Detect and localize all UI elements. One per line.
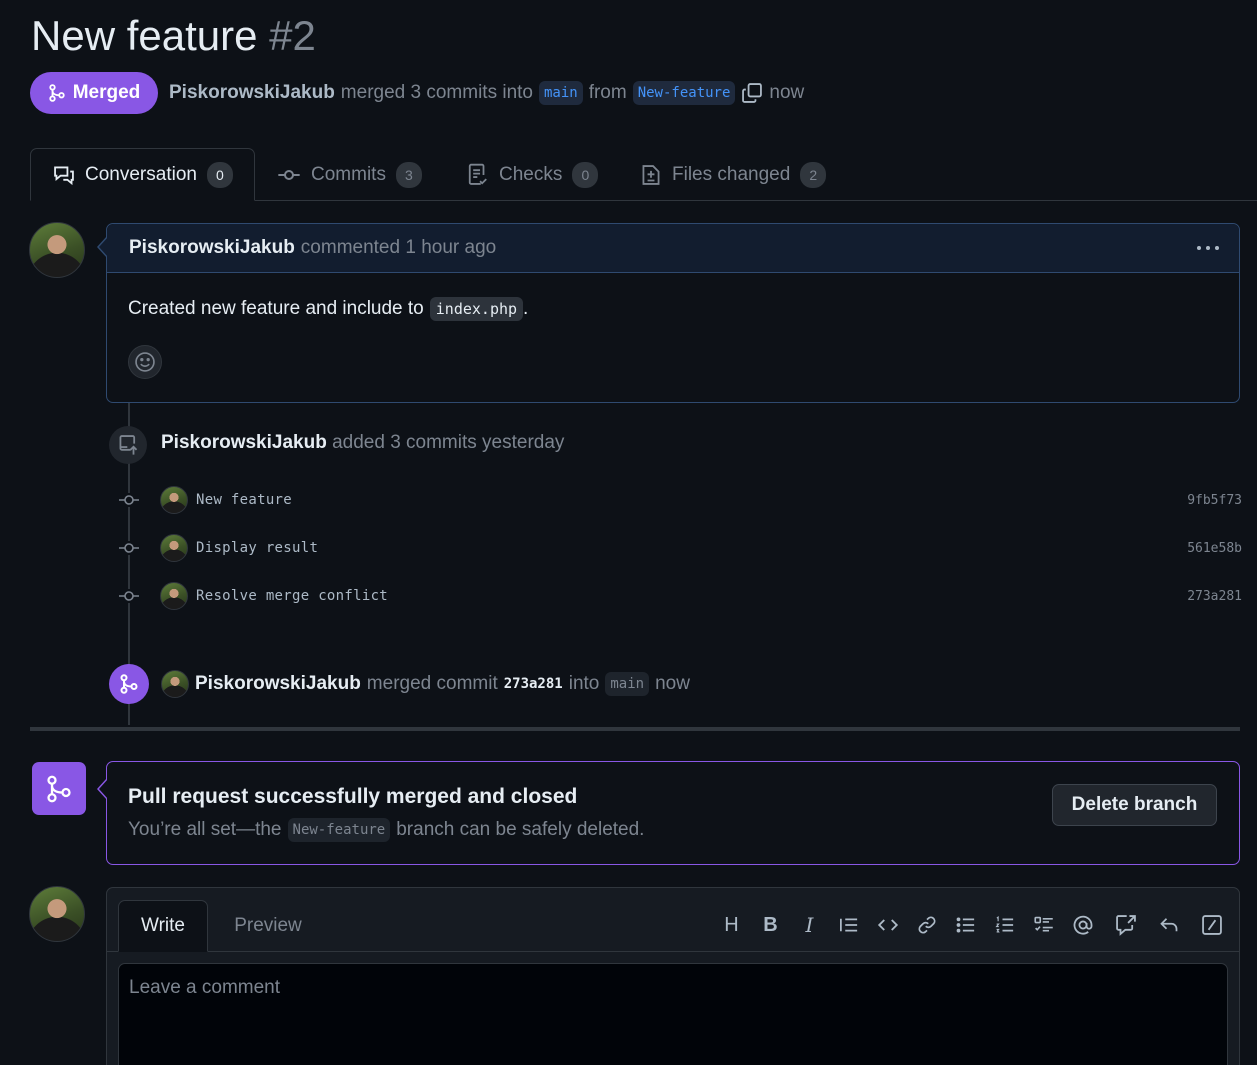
git-commit-icon bbox=[116, 493, 142, 507]
merge-target-branch[interactable]: main bbox=[605, 672, 650, 696]
merge-box-pointer-fill bbox=[99, 779, 108, 799]
pr-time: now bbox=[769, 82, 805, 103]
commit-sha-link[interactable]: 9fb5f73 bbox=[1187, 493, 1242, 508]
push-event-description: added 3 commits yesterday bbox=[332, 432, 565, 453]
comment-placeholder: Leave a comment bbox=[129, 977, 281, 998]
commit-sha-link[interactable]: 561e58b bbox=[1187, 541, 1242, 556]
comment-body-end: . bbox=[523, 298, 529, 319]
commit-row: Resolve merge conflict 273a281 bbox=[116, 581, 1242, 611]
comment-discussion-icon bbox=[53, 164, 75, 186]
tab-checks-count: 0 bbox=[572, 161, 599, 188]
merge-status-subtitle: You’re all set—the New-feature branch ca… bbox=[128, 818, 644, 842]
repo-push-icon bbox=[109, 426, 147, 464]
unordered-list-icon[interactable] bbox=[946, 908, 985, 942]
add-reaction-button[interactable] bbox=[128, 345, 162, 379]
base-branch-link[interactable]: main bbox=[538, 81, 583, 105]
file-diff-icon bbox=[640, 163, 662, 187]
smiley-icon bbox=[134, 351, 156, 373]
merge-sub-before: You’re all set—the bbox=[128, 819, 282, 840]
merge-sub-after: branch can be safely deleted. bbox=[396, 819, 645, 840]
comment-body-text: Created new feature and include to bbox=[128, 298, 424, 319]
pr-meta: PiskorowskiJakub merged 3 commits into m… bbox=[169, 79, 804, 107]
pr-merged-text: merged 3 commits into bbox=[340, 82, 533, 103]
comment-timestamp[interactable]: commented 1 hour ago bbox=[301, 237, 496, 259]
tab-checks-label: Checks bbox=[499, 163, 563, 185]
avatar[interactable] bbox=[29, 222, 85, 278]
tab-conversation[interactable]: Conversation 0 bbox=[30, 148, 255, 201]
merged-state-badge: Merged bbox=[30, 72, 158, 114]
git-commit-icon bbox=[116, 541, 142, 555]
comment-inline-code: index.php bbox=[429, 297, 524, 321]
comment-textarea[interactable] bbox=[118, 963, 1228, 1065]
ordered-list-icon[interactable] bbox=[985, 908, 1024, 942]
delete-branch-button[interactable]: Delete branch bbox=[1052, 784, 1217, 826]
slash-command-icon[interactable] bbox=[1192, 908, 1231, 942]
merge-event-text: merged commit bbox=[366, 673, 498, 694]
push-author-link[interactable]: PiskorowskiJakub bbox=[161, 432, 327, 453]
git-merge-icon bbox=[48, 83, 66, 103]
git-commit-icon bbox=[277, 164, 301, 186]
bold-button[interactable]: B bbox=[751, 908, 790, 942]
avatar[interactable] bbox=[160, 486, 188, 514]
tab-files-changed-count: 2 bbox=[800, 161, 827, 188]
task-list-icon[interactable] bbox=[1024, 908, 1063, 942]
checklist-icon bbox=[467, 163, 489, 187]
commit-message-link[interactable]: Resolve merge conflict bbox=[196, 588, 388, 604]
copy-icon[interactable] bbox=[741, 82, 763, 104]
timeline-divider bbox=[30, 727, 1240, 731]
commit-message-link[interactable]: Display result bbox=[196, 540, 318, 556]
link-icon[interactable] bbox=[907, 908, 946, 942]
tab-commits-count: 3 bbox=[395, 161, 422, 188]
comment-pointer-fill bbox=[99, 237, 108, 257]
tab-commits[interactable]: Commits 3 bbox=[255, 148, 444, 201]
quote-icon[interactable] bbox=[829, 908, 868, 942]
tab-write[interactable]: Write bbox=[118, 900, 208, 952]
tab-files-changed-label: Files changed bbox=[672, 163, 791, 185]
pr-from-text: from bbox=[588, 82, 627, 103]
pr-title-text: New feature bbox=[31, 12, 258, 59]
merge-author-link[interactable]: PiskorowskiJakub bbox=[195, 673, 361, 695]
tab-preview[interactable]: Preview bbox=[213, 900, 323, 952]
tab-commits-label: Commits bbox=[311, 163, 386, 185]
comment-header: PiskorowskiJakub commented 1 hour ago bbox=[107, 224, 1239, 273]
git-merge-icon bbox=[109, 664, 149, 704]
avatar[interactable] bbox=[161, 670, 189, 698]
merge-status-title: Pull request successfully merged and clo… bbox=[128, 785, 578, 808]
pr-author-link[interactable]: PiskorowskiJakub bbox=[169, 82, 335, 104]
push-event-text: PiskorowskiJakub added 3 commits yesterd… bbox=[161, 432, 564, 454]
commit-sha-link[interactable]: 273a281 bbox=[1187, 589, 1242, 604]
commit-row: Display result 561e58b bbox=[116, 533, 1242, 563]
merge-event-time[interactable]: now bbox=[655, 673, 690, 695]
tab-checks[interactable]: Checks 0 bbox=[445, 148, 620, 201]
head-branch-link[interactable]: New-feature bbox=[632, 81, 736, 105]
merge-event-into: into bbox=[568, 673, 600, 694]
pr-title: New feature #2 bbox=[31, 12, 316, 60]
markdown-toolbar: H B I bbox=[712, 908, 1231, 942]
kebab-horizontal-icon[interactable] bbox=[1197, 246, 1219, 250]
cross-reference-icon[interactable] bbox=[1106, 908, 1145, 942]
merge-event: PiskorowskiJakub merged commit 273a281 i… bbox=[161, 668, 690, 700]
heading-button[interactable]: H bbox=[712, 908, 751, 942]
pr-number: #2 bbox=[269, 12, 316, 59]
avatar[interactable] bbox=[160, 582, 188, 610]
tab-files-changed[interactable]: Files changed 2 bbox=[618, 148, 848, 201]
commit-message-link[interactable]: New feature bbox=[196, 492, 292, 508]
avatar[interactable] bbox=[29, 886, 85, 942]
merged-branch-name[interactable]: New-feature bbox=[287, 818, 391, 842]
git-commit-icon bbox=[116, 589, 142, 603]
avatar[interactable] bbox=[160, 534, 188, 562]
commit-row: New feature 9fb5f73 bbox=[116, 485, 1242, 515]
italic-button[interactable]: I bbox=[790, 908, 829, 942]
comment-author-link[interactable]: PiskorowskiJakub bbox=[129, 237, 295, 259]
reply-icon[interactable] bbox=[1149, 908, 1188, 942]
mention-icon[interactable] bbox=[1063, 908, 1102, 942]
git-merge-icon bbox=[32, 762, 86, 815]
tab-conversation-label: Conversation bbox=[85, 163, 197, 185]
merge-commit-sha-link[interactable]: 273a281 bbox=[504, 676, 563, 692]
comment-body: Created new feature and include to index… bbox=[128, 297, 528, 321]
tab-conversation-count: 0 bbox=[206, 161, 233, 188]
merged-badge-label: Merged bbox=[72, 82, 141, 103]
code-icon[interactable] bbox=[868, 908, 907, 942]
